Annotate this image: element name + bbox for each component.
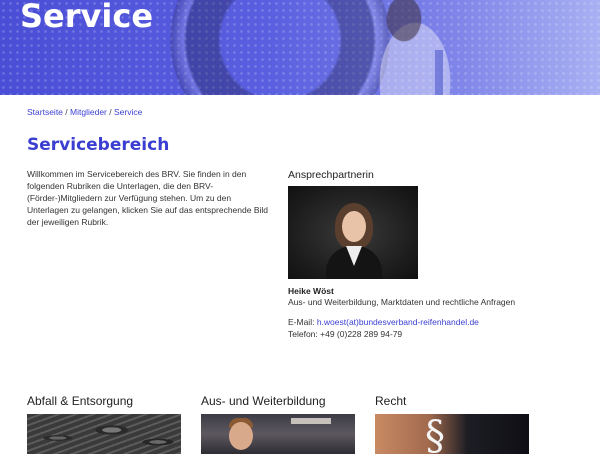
category-recht[interactable]: Recht § — [375, 394, 529, 454]
hero-mechanic-image — [360, 0, 470, 95]
breadcrumb-separator: / — [65, 107, 68, 117]
category-aus-weiterbildung[interactable]: Aus- und Weiterbildung — [201, 394, 355, 454]
breadcrumb-link-service[interactable]: Service — [114, 107, 142, 117]
category-abfall-entsorgung[interactable]: Abfall & Entsorgung — [27, 394, 181, 454]
contact-name: Heike Wöst — [288, 286, 334, 296]
contact-email-line: E-Mail: h.woest(at)bundesverband-reifenh… — [288, 317, 479, 327]
category-image-law[interactable]: § — [375, 414, 529, 454]
hero-overall-strap — [435, 50, 443, 95]
contact-role: Aus- und Weiterbildung, Marktdaten und r… — [288, 297, 516, 307]
contact-photo — [288, 186, 418, 279]
intro-text: Willkommen im Servicebereich des BRV. Si… — [27, 169, 268, 227]
hero-tire-image — [170, 0, 390, 95]
contact-photo-face — [342, 211, 366, 242]
contact-phone-line: Telefon: +49 (0)228 289 94-79 — [288, 329, 402, 339]
paragraph-icon: § — [425, 414, 445, 454]
breadcrumb-separator: / — [109, 107, 112, 117]
contact-heading: Ansprechpartnerin — [288, 169, 374, 181]
breadcrumb: Startseite / Mitglieder / Service — [27, 107, 142, 117]
hero-banner: Service — [0, 0, 600, 95]
category-title[interactable]: Aus- und Weiterbildung — [201, 394, 355, 408]
contact-email-link[interactable]: h.woest(at)bundesverband-reifenhandel.de — [317, 317, 479, 327]
breadcrumb-link-startseite[interactable]: Startseite — [27, 107, 63, 117]
contact-phone-label: Telefon: — [288, 329, 318, 339]
category-image-training[interactable] — [201, 414, 355, 454]
training-image-lamp — [291, 418, 331, 424]
category-title[interactable]: Recht — [375, 394, 529, 408]
training-image-head — [229, 422, 253, 450]
contact-phone-number: +49 (0)228 289 94-79 — [320, 329, 403, 339]
hero-title: Service — [20, 0, 154, 35]
breadcrumb-link-mitglieder[interactable]: Mitglieder — [70, 107, 107, 117]
category-image-tires[interactable] — [27, 414, 181, 454]
page-title: Servicebereich — [27, 135, 170, 155]
contact-email-label: E-Mail: — [288, 317, 315, 327]
category-title[interactable]: Abfall & Entsorgung — [27, 394, 181, 408]
